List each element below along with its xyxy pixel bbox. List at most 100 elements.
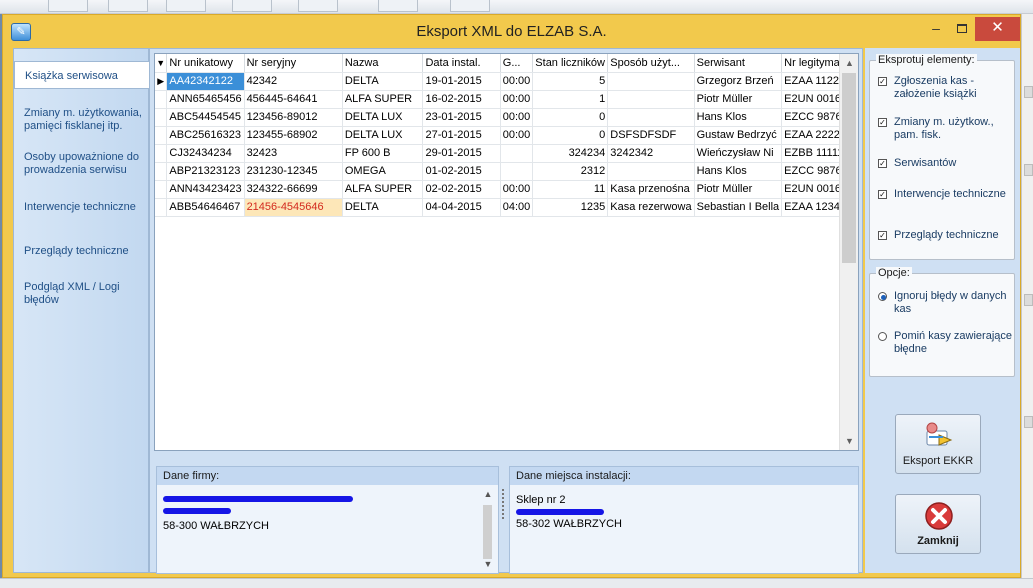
table-cell[interactable]: ALFA SUPER xyxy=(342,90,424,109)
table-cell[interactable]: 42342 xyxy=(244,72,343,91)
checkbox-check-icon[interactable]: ✓ xyxy=(878,159,887,168)
table-cell[interactable]: CJ32434234 xyxy=(166,144,245,163)
column-header[interactable]: Sposób użyt... xyxy=(607,54,695,73)
table-row[interactable]: ABC25616323 123455-68902 DELTA LUX 27-01… xyxy=(155,126,858,145)
table-cell[interactable]: ABC54454545 xyxy=(166,108,245,127)
table-cell[interactable]: 04:00 xyxy=(500,198,534,217)
scroll-up-icon[interactable]: ▲ xyxy=(840,54,858,72)
checkbox-check-icon[interactable]: ✓ xyxy=(878,77,887,86)
table-cell[interactable]: 00:00 xyxy=(500,126,534,145)
scrollbar-thumb[interactable] xyxy=(483,505,492,559)
table-cell[interactable]: Grzegorz Brzeń xyxy=(694,72,783,91)
table-cell[interactable]: ABB54646467 xyxy=(166,198,245,217)
radio-button[interactable] xyxy=(878,292,887,301)
table-cell[interactable]: DELTA xyxy=(342,198,424,217)
table-cell[interactable]: 324322-66699 xyxy=(244,180,343,199)
table-cell[interactable]: ANN65465456 xyxy=(166,90,245,109)
table-cell[interactable] xyxy=(500,162,534,181)
company-data-scrollbar[interactable]: ▲ ▼ xyxy=(480,489,496,571)
scroll-up-icon[interactable]: ▲ xyxy=(480,489,496,503)
sidebar-item-xml-preview[interactable]: Podgląd XML / Logi błędów xyxy=(14,281,132,307)
sidebar-item-usage-changes[interactable]: Zmiany m. użytkowania, pamięci fisklanej… xyxy=(14,107,144,133)
table-cell[interactable]: Wieńczysław Ni xyxy=(694,144,783,163)
table-cell[interactable] xyxy=(607,162,695,181)
table-cell[interactable]: 123455-68902 xyxy=(244,126,343,145)
table-cell[interactable]: 32423 xyxy=(244,144,343,163)
column-header[interactable]: Serwisant xyxy=(694,54,783,73)
table-cell[interactable]: 02-02-2015 xyxy=(422,180,501,199)
table-cell[interactable]: 5 xyxy=(532,72,609,91)
table-cell[interactable] xyxy=(607,90,695,109)
maximize-button[interactable] xyxy=(949,17,975,41)
column-header[interactable]: Data instal. xyxy=(422,54,501,73)
table-row[interactable]: ABC54454545 123456-89012 DELTA LUX 23-01… xyxy=(155,108,858,127)
table-row[interactable]: ANN43423423 324322-66699 ALFA SUPER 02-0… xyxy=(155,180,858,199)
table-cell[interactable]: DELTA xyxy=(342,72,424,91)
table-row[interactable]: ▶ AA42342122 42342 DELTA 19-01-2015 00:0… xyxy=(155,72,858,91)
sidebar-item-technical-inspections[interactable]: Przeglądy techniczne xyxy=(14,245,150,258)
table-cell[interactable]: ABP21323123 xyxy=(166,162,245,181)
export-ekkr-button[interactable]: Eksport EKKR xyxy=(895,414,981,474)
table-cell[interactable]: 19-01-2015 xyxy=(422,72,501,91)
table-cell[interactable]: 27-01-2015 xyxy=(422,126,501,145)
table-cell[interactable]: 23-01-2015 xyxy=(422,108,501,127)
table-cell[interactable]: Hans Klos xyxy=(694,162,783,181)
table-cell[interactable]: 231230-12345 xyxy=(244,162,343,181)
table-cell[interactable]: ALFA SUPER xyxy=(342,180,424,199)
table-cell[interactable]: DELTA LUX xyxy=(342,108,424,127)
table-cell[interactable]: ANN43423423 xyxy=(166,180,245,199)
sidebar-item-service-book[interactable]: Książka serwisowa xyxy=(14,61,151,89)
table-row[interactable]: CJ32434234 32423 FP 600 B 29-01-2015 324… xyxy=(155,144,858,163)
table-cell[interactable]: Kasa przenośna xyxy=(607,180,695,199)
scrollbar-thumb[interactable] xyxy=(842,73,856,263)
table-cell[interactable]: 324234 xyxy=(532,144,609,163)
table-cell[interactable]: 2312 xyxy=(532,162,609,181)
minimize-button[interactable]: – xyxy=(923,17,949,41)
column-header[interactable]: Nazwa xyxy=(342,54,424,73)
scroll-down-icon[interactable]: ▼ xyxy=(840,432,858,450)
table-cell[interactable]: 123456-89012 xyxy=(244,108,343,127)
table-cell[interactable]: Piotr Müller xyxy=(694,180,783,199)
table-cell[interactable]: 16-02-2015 xyxy=(422,90,501,109)
sidebar-item-technical-interventions[interactable]: Interwencje techniczne xyxy=(14,201,150,214)
checkbox-check-icon[interactable]: ✓ xyxy=(878,118,887,127)
column-header[interactable]: Nr unikatowy xyxy=(166,54,245,73)
table-cell[interactable]: 0 xyxy=(532,108,609,127)
column-header[interactable]: Nr seryjny xyxy=(244,54,343,73)
table-cell[interactable]: FP 600 B xyxy=(342,144,424,163)
checkbox-check-icon[interactable]: ✓ xyxy=(878,190,887,199)
table-cell[interactable] xyxy=(500,144,534,163)
table-cell[interactable]: 1 xyxy=(532,90,609,109)
table-cell[interactable]: 00:00 xyxy=(500,90,534,109)
table-cell[interactable]: Hans Klos xyxy=(694,108,783,127)
close-dialog-button[interactable]: Zamknij xyxy=(895,494,981,554)
table-cell[interactable]: DSFSDFSDF xyxy=(607,126,695,145)
table-cell[interactable]: 00:00 xyxy=(500,180,534,199)
table-cell[interactable] xyxy=(607,108,695,127)
table-cell[interactable]: AA42342122 xyxy=(166,72,245,91)
grid-vertical-scrollbar[interactable]: ▲ ▼ xyxy=(839,54,858,450)
table-cell[interactable] xyxy=(607,72,695,91)
close-window-button[interactable]: ✕ xyxy=(975,17,1020,41)
table-cell[interactable]: OMEGA xyxy=(342,162,424,181)
splitter-handle[interactable] xyxy=(502,489,504,519)
sidebar-item-authorized-persons[interactable]: Osoby upoważnione do prowadzenia serwisu xyxy=(14,151,144,177)
column-header[interactable]: G... xyxy=(500,54,534,73)
table-cell[interactable]: 04-04-2015 xyxy=(422,198,501,217)
table-cell[interactable]: 1235 xyxy=(532,198,609,217)
table-cell[interactable]: 0 xyxy=(532,126,609,145)
table-row[interactable]: ABB54646467 21456-4545646 DELTA 04-04-20… xyxy=(155,198,858,217)
title-bar[interactable]: Eksport XML do ELZAB S.A. ✎ – ✕ xyxy=(3,15,1020,48)
scroll-down-icon[interactable]: ▼ xyxy=(480,559,496,573)
table-cell[interactable]: 00:00 xyxy=(500,72,534,91)
table-cell-error[interactable]: 21456-4545646 xyxy=(244,198,343,217)
table-cell[interactable]: Gustaw Bedrzyć xyxy=(694,126,783,145)
checkbox-check-icon[interactable]: ✓ xyxy=(878,231,887,240)
table-cell[interactable]: 456445-64641 xyxy=(244,90,343,109)
table-cell[interactable]: Kasa rezerwowa xyxy=(607,198,695,217)
table-cell[interactable]: 11 xyxy=(532,180,609,199)
table-cell[interactable]: 29-01-2015 xyxy=(422,144,501,163)
table-cell[interactable]: 00:00 xyxy=(500,108,534,127)
table-row[interactable]: ANN65465456 456445-64641 ALFA SUPER 16-0… xyxy=(155,90,858,109)
table-cell[interactable]: DELTA LUX xyxy=(342,126,424,145)
